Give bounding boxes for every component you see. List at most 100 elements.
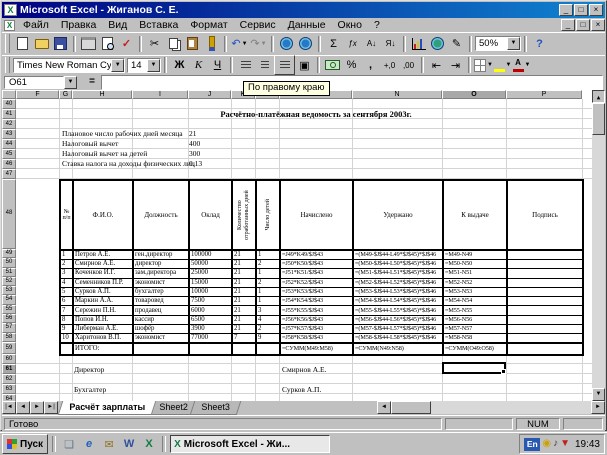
sort-ascending-button[interactable]: А↓ bbox=[362, 35, 381, 53]
total-empty[interactable] bbox=[256, 343, 280, 355]
paste-button[interactable] bbox=[183, 35, 202, 53]
chart-wizard-button[interactable] bbox=[409, 35, 428, 53]
sheet-tab[interactable]: Расчёт зарплаты bbox=[58, 401, 156, 415]
cell-signature[interactable] bbox=[507, 278, 583, 287]
fill-color-button[interactable]: ▼ bbox=[493, 56, 512, 74]
column-header[interactable]: N bbox=[352, 90, 442, 99]
header-days[interactable]: Количество отработанных дней bbox=[232, 180, 256, 250]
cell-children[interactable]: 9 bbox=[256, 334, 280, 344]
cell-withheld-formula[interactable]: =(M49-$J$44-L49*$J$45)*$J$46 bbox=[353, 250, 443, 260]
quick-launch-word[interactable]: W bbox=[120, 436, 138, 452]
parameter-value[interactable]: 21 bbox=[189, 129, 197, 139]
cell-children[interactable]: 1 bbox=[256, 287, 280, 296]
sort-descending-button[interactable]: Я↓ bbox=[381, 35, 400, 53]
help-button[interactable]: ? bbox=[530, 35, 549, 53]
cell-days[interactable]: 21 bbox=[232, 287, 256, 296]
quick-launch-excel[interactable]: X bbox=[140, 436, 158, 452]
cell-salary[interactable]: 15000 bbox=[189, 278, 232, 287]
percent-style-button[interactable]: % bbox=[342, 56, 361, 74]
cell-payout-formula[interactable]: =M53-N53 bbox=[443, 287, 507, 296]
redo-button[interactable]: ↷▼ bbox=[249, 35, 268, 53]
borders-button[interactable]: ▼ bbox=[474, 56, 493, 74]
select-all-corner[interactable] bbox=[2, 90, 16, 99]
language-indicator[interactable]: En bbox=[524, 438, 540, 451]
cell-children[interactable]: 2 bbox=[256, 278, 280, 287]
merge-center-button[interactable]: ▣ bbox=[295, 56, 314, 74]
cell-withheld-formula[interactable]: =(M55-$J$44-L55*$J$45)*$J$46 bbox=[353, 306, 443, 315]
cell-days[interactable]: 21 bbox=[232, 260, 256, 269]
quick-launch-desktop[interactable]: ❏ bbox=[60, 436, 78, 452]
horizontal-scroll-thumb[interactable] bbox=[391, 401, 431, 414]
cell-children[interactable]: 4 bbox=[256, 315, 280, 324]
menu-item[interactable]: Вид bbox=[102, 19, 133, 31]
font-size-dropdown-icon[interactable]: ▼ bbox=[147, 59, 160, 72]
cell-payout-formula[interactable]: =M55-N55 bbox=[443, 306, 507, 315]
parameter-value[interactable]: 400 bbox=[189, 139, 200, 149]
menu-item[interactable]: Правка bbox=[55, 19, 102, 31]
cell-fio[interactable]: Харитонов В.П. bbox=[73, 334, 133, 344]
row-header[interactable]: 58 bbox=[2, 333, 16, 342]
cell-signature[interactable] bbox=[507, 250, 583, 260]
last-sheet-icon[interactable]: ►| bbox=[44, 401, 58, 414]
cell-signature[interactable] bbox=[507, 334, 583, 344]
cell-children[interactable]: 1 bbox=[256, 269, 280, 278]
cell-fio[interactable]: Попов И.Н. bbox=[73, 315, 133, 324]
start-button[interactable]: Пуск bbox=[2, 434, 48, 454]
cell-num[interactable]: 6 bbox=[60, 297, 73, 306]
cell-salary[interactable]: 7500 bbox=[189, 297, 232, 306]
cell-salary[interactable]: 77000 bbox=[189, 334, 232, 344]
cell-accrued-formula[interactable]: =J51*K51/$J$43 bbox=[280, 269, 353, 278]
cell-payout-formula[interactable]: =M52-N52 bbox=[443, 278, 507, 287]
row-header[interactable]: 47 bbox=[2, 169, 16, 179]
menu-item[interactable]: Данные bbox=[282, 19, 332, 31]
cell-salary[interactable]: 3900 bbox=[189, 325, 232, 334]
cell-withheld-formula[interactable]: =(M50-$J$44-L50*$J$45)*$J$46 bbox=[353, 260, 443, 269]
cell-fio[interactable]: Либерман А.Е. bbox=[73, 325, 133, 334]
cell-payout-formula[interactable]: =M50-N50 bbox=[443, 260, 507, 269]
workbook-icon[interactable]: X bbox=[4, 20, 15, 31]
column-header[interactable]: H bbox=[72, 90, 132, 99]
previous-sheet-icon[interactable]: ◄ bbox=[16, 401, 30, 414]
parameter-row[interactable]: Плановое число рабочих дней месяца 21 bbox=[62, 129, 183, 139]
cell-days[interactable]: 21 bbox=[232, 306, 256, 315]
parameter-value[interactable]: 300 bbox=[189, 149, 200, 159]
row-header[interactable]: 44 bbox=[2, 139, 16, 149]
workbook-close-button[interactable]: × bbox=[591, 19, 605, 31]
row-header[interactable]: 53 bbox=[2, 286, 16, 295]
font-color-dropdown-icon[interactable]: ▼ bbox=[525, 62, 531, 68]
parameter-row[interactable]: Налоговый вычет 400 bbox=[62, 139, 118, 149]
cell-num[interactable]: 9 bbox=[60, 325, 73, 334]
sheet-tab[interactable]: Sheet3 bbox=[190, 401, 241, 415]
name-box[interactable]: O61 bbox=[4, 76, 64, 89]
cell-payout-formula[interactable]: =M58-N58 bbox=[443, 334, 507, 344]
underline-button[interactable]: Ч bbox=[208, 56, 227, 74]
open-button[interactable] bbox=[32, 35, 51, 53]
tray-display-icon[interactable]: ◉ bbox=[542, 437, 551, 451]
zoom-combobox[interactable]: 50% ▼ bbox=[475, 36, 521, 51]
cell-position[interactable]: продавец bbox=[133, 306, 189, 315]
row-header[interactable]: 64 bbox=[2, 394, 16, 401]
cell-children[interactable]: 1 bbox=[256, 297, 280, 306]
signature-row[interactable]: Бухгалтер Сурков А.П. bbox=[74, 385, 106, 395]
cell-fio[interactable]: Семенников П.Р. bbox=[73, 278, 133, 287]
header-withheld[interactable]: Удержано bbox=[353, 180, 443, 250]
total-empty[interactable] bbox=[189, 343, 232, 355]
header-position[interactable]: Должность bbox=[133, 180, 189, 250]
workbook-minimize-button[interactable]: _ bbox=[561, 19, 575, 31]
cell-signature[interactable] bbox=[507, 315, 583, 324]
undo-button[interactable]: ↶▼ bbox=[230, 35, 249, 53]
cell-accrued-formula[interactable]: =J57*K57/$J$43 bbox=[280, 325, 353, 334]
row-header[interactable]: 42 bbox=[2, 119, 16, 129]
spelling-button[interactable]: ✓ bbox=[117, 35, 136, 53]
cell-accrued-formula[interactable]: =J54*K54/$J$43 bbox=[280, 297, 353, 306]
fill-color-dropdown-icon[interactable]: ▼ bbox=[506, 62, 512, 68]
scroll-left-icon[interactable]: ◄ bbox=[377, 401, 391, 414]
cell-children[interactable]: 3 bbox=[256, 306, 280, 315]
vertical-scrollbar[interactable]: ▼ ▼ bbox=[592, 90, 605, 401]
header-fio[interactable]: Ф.И.О. bbox=[73, 180, 133, 250]
bold-button[interactable]: Ж bbox=[170, 56, 189, 74]
cell-position[interactable]: шофёр bbox=[133, 325, 189, 334]
cell-accrued-formula[interactable]: =J52*K52/$J$43 bbox=[280, 278, 353, 287]
column-header[interactable]: F bbox=[16, 90, 59, 99]
cell-withheld-formula[interactable]: =(M52-$J$44-L52*$J$45)*$J$46 bbox=[353, 278, 443, 287]
